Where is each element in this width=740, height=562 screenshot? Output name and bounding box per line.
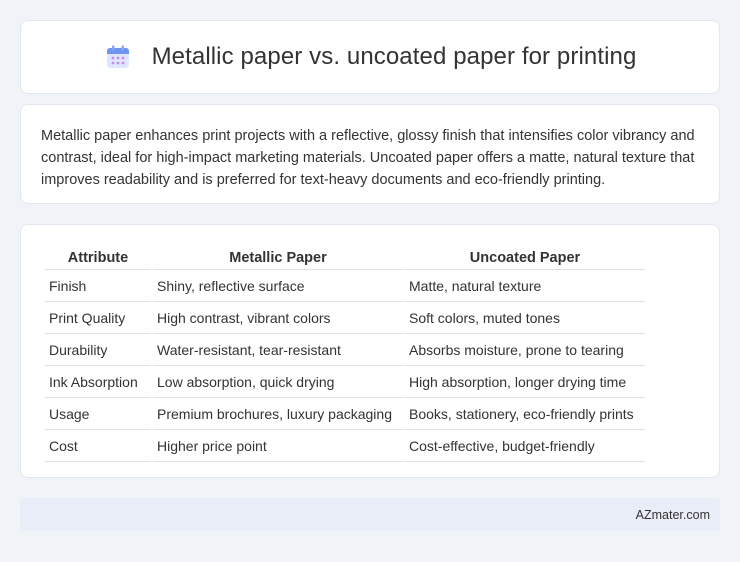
table-cell: Durability <box>45 334 151 366</box>
comparison-card: Attribute Metallic Paper Uncoated Paper … <box>20 224 720 478</box>
footer-brand[interactable]: AZmater.com <box>636 508 710 522</box>
page-title: Metallic paper vs. uncoated paper for pr… <box>151 43 637 70</box>
footer: AZmater.com <box>20 498 720 531</box>
table-header-row: Attribute Metallic Paper Uncoated Paper <box>45 245 645 270</box>
table-cell: Cost <box>45 430 151 462</box>
table-row: Print Quality High contrast, vibrant col… <box>45 302 645 334</box>
table-cell: High absorption, longer drying time <box>405 366 645 398</box>
table-row: Usage Premium brochures, luxury packagin… <box>45 398 645 430</box>
table-row: Ink Absorption Low absorption, quick dry… <box>45 366 645 398</box>
table-cell: Premium brochures, luxury packaging <box>153 398 403 430</box>
summary-card: Metallic paper enhances print projects w… <box>20 104 720 204</box>
table-cell: High contrast, vibrant colors <box>153 302 403 334</box>
table-cell: Print Quality <box>45 302 151 334</box>
table-cell: Absorbs moisture, prone to tearing <box>405 334 645 366</box>
column-header-metallic: Metallic Paper <box>153 245 403 270</box>
table-cell: Water-resistant, tear-resistant <box>153 334 403 366</box>
table-cell: Low absorption, quick drying <box>153 366 403 398</box>
calendar-icon <box>104 43 132 71</box>
table-row: Durability Water-resistant, tear-resista… <box>45 334 645 366</box>
table-cell: Higher price point <box>153 430 403 462</box>
table-cell: Shiny, reflective surface <box>153 270 403 302</box>
column-header-uncoated: Uncoated Paper <box>405 245 645 270</box>
table-cell: Usage <box>45 398 151 430</box>
comparison-table: Attribute Metallic Paper Uncoated Paper … <box>43 245 647 462</box>
title-card: Metallic paper vs. uncoated paper for pr… <box>20 20 720 94</box>
table-cell: Ink Absorption <box>45 366 151 398</box>
table-cell: Finish <box>45 270 151 302</box>
table-cell: Cost-effective, budget-friendly <box>405 430 645 462</box>
summary-text: Metallic paper enhances print projects w… <box>41 128 695 188</box>
column-header-attribute: Attribute <box>45 245 151 270</box>
table-row: Finish Shiny, reflective surface Matte, … <box>45 270 645 302</box>
table-cell: Books, stationery, eco-friendly prints <box>405 398 645 430</box>
table-cell: Soft colors, muted tones <box>405 302 645 334</box>
table-cell: Matte, natural texture <box>405 270 645 302</box>
table-row: Cost Higher price point Cost-effective, … <box>45 430 645 462</box>
